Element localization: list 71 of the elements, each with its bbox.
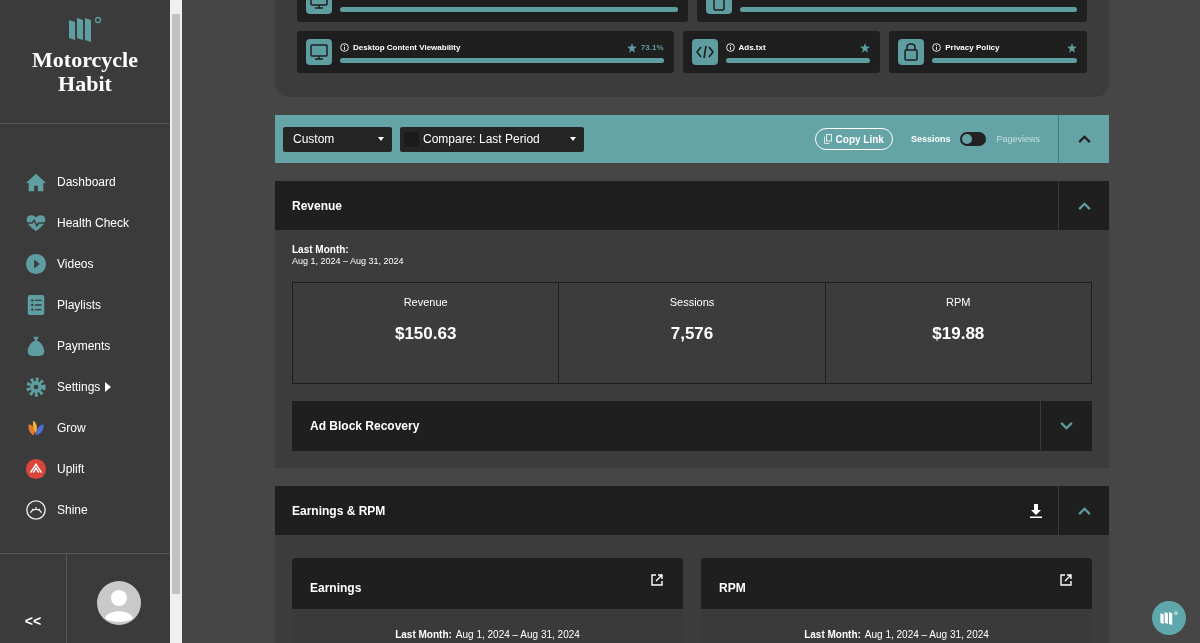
- play-icon: [25, 252, 47, 275]
- section-title: Earnings & RPM: [292, 503, 386, 518]
- period-label: Last Month:: [804, 629, 861, 642]
- health-card-title: Desktop Content Viewability: [353, 43, 461, 52]
- external-link-icon[interactable]: [1060, 573, 1072, 586]
- nav-item[interactable]: Playlists: [0, 284, 170, 325]
- health-card[interactable]: Desktop Content Viewability 73.1%: [297, 31, 674, 73]
- period-dates: Aug 1, 2024 – Aug 31, 2024: [864, 629, 989, 642]
- nav-item[interactable]: Uplift: [0, 448, 170, 489]
- metric-label: Revenue: [403, 296, 448, 308]
- section-title: Revenue: [292, 198, 343, 213]
- nav-item[interactable]: Settings: [0, 366, 170, 407]
- card-title: RPM: [719, 580, 746, 595]
- metric-label: Sessions: [669, 296, 715, 308]
- period-label: Last Month:: [395, 629, 452, 642]
- metric-label: RPM: [946, 296, 971, 308]
- settings-icon: [25, 375, 47, 398]
- star-icon: [860, 42, 871, 53]
- info-icon[interactable]: [340, 43, 349, 52]
- avatar-icon[interactable]: [96, 581, 141, 625]
- lock-icon: [898, 39, 925, 65]
- toggle-label: Pageviews: [996, 134, 1040, 144]
- logo-icon: [1159, 611, 1179, 625]
- money-bag-icon: [25, 334, 47, 357]
- chevron-up-icon: [1077, 135, 1091, 143]
- toggle-switch[interactable]: [960, 132, 987, 146]
- metric-value: $19.88: [932, 324, 985, 344]
- chevron-down-icon: [1060, 422, 1073, 430]
- site-name: Motorcycle Habit: [31, 48, 139, 96]
- uplift-icon: [25, 457, 47, 480]
- panel-title: Ad Block Recovery: [310, 419, 420, 433]
- star-icon: [1067, 42, 1077, 53]
- health-card-title: Ads.txt: [738, 43, 766, 52]
- nav-item[interactable]: Shine: [0, 489, 170, 530]
- period-dates: Aug 1, 2024 – Aug 31, 2024: [455, 629, 580, 642]
- download-icon[interactable]: [1030, 503, 1042, 518]
- info-icon[interactable]: [725, 43, 735, 52]
- caret-icon: [378, 137, 384, 141]
- health-card[interactable]: Privacy Policy: [889, 31, 1087, 73]
- health-card[interactable]: Ads.txt: [682, 31, 881, 73]
- compare-select[interactable]: Compare: Last Period: [400, 126, 584, 152]
- list-icon: [25, 293, 47, 316]
- toggle-label: Sessions: [910, 134, 951, 144]
- card-title: Earnings: [310, 580, 362, 595]
- period-label: Last Month:: [292, 244, 350, 255]
- collapse-sidebar-button[interactable]: <<: [24, 613, 42, 629]
- help-button[interactable]: [1152, 601, 1186, 635]
- date-range-select[interactable]: Custom: [283, 126, 392, 152]
- logo-icon: [67, 16, 103, 42]
- ad-block-recovery-panel[interactable]: Ad Block Recovery: [292, 401, 1092, 451]
- nav-item[interactable]: Health Check: [0, 202, 170, 243]
- code-icon: [691, 39, 718, 65]
- info-icon[interactable]: [932, 43, 942, 52]
- metric-value: 7,576: [670, 324, 714, 344]
- period-dates: Aug 1, 2024 – Aug 31, 2024: [292, 256, 405, 266]
- chevron-up-icon: [1077, 506, 1091, 515]
- caret-icon: [570, 137, 576, 141]
- nav-item[interactable]: Grow: [0, 407, 170, 448]
- health-score: 73.1%: [640, 43, 664, 52]
- chevron-up-icon: [1077, 201, 1091, 210]
- nav-item[interactable]: Dashboard: [0, 161, 170, 202]
- external-link-icon[interactable]: [651, 573, 663, 586]
- monitor-icon: [306, 39, 332, 65]
- scrollbar[interactable]: [170, 0, 182, 643]
- metric-value: $150.63: [394, 324, 457, 344]
- nav-item[interactable]: Payments: [0, 325, 170, 366]
- gauge-icon: [25, 498, 47, 521]
- nav-item[interactable]: Videos: [0, 243, 170, 284]
- star-icon: [626, 42, 637, 53]
- copy-icon: [823, 134, 832, 144]
- health-card-title: Privacy Policy: [945, 43, 1000, 52]
